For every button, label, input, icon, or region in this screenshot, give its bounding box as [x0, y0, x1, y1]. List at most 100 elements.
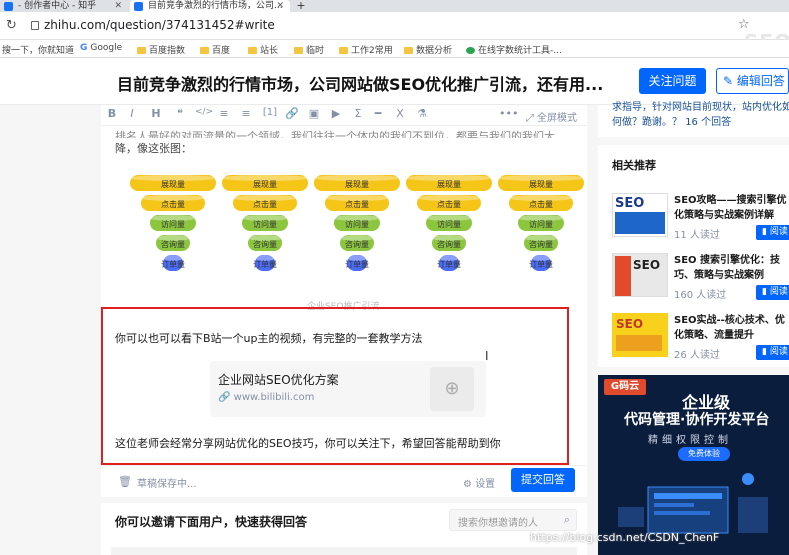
reference-icon[interactable]: [1] [259, 107, 281, 118]
funnel-layer-label: 点击量 [345, 199, 369, 209]
bookmark-item[interactable]: 在线字数统计工具-... [466, 43, 562, 56]
folder-icon [294, 47, 303, 54]
ad-subheadline: 代码管理·协作开发平台 [624, 412, 770, 428]
ordered-list-icon[interactable]: ≡ [217, 107, 231, 120]
related-question-line: 求指导，针对网站目前现状，站内优化如 [612, 102, 789, 113]
link-card[interactable]: 企业网站SEO优化方案 🔗 www.bilibili.com ⊕ [210, 361, 486, 417]
url-field[interactable]: zhihu.com/question/374131452#write [44, 18, 275, 32]
funnel-layer-label: 订单量 [437, 259, 461, 269]
gitee-advertisement[interactable]: G码云 企业级 代码管理·协作开发平台 精细权限控制 免费体验 [598, 375, 789, 555]
heading-icon[interactable]: H [149, 107, 163, 120]
close-icon[interactable]: ✕ [114, 0, 122, 12]
funnel-layer-label: 访问量 [253, 219, 277, 229]
bookmark-item[interactable]: 数据分析 [404, 43, 452, 56]
gitee-logo: G码云 [604, 379, 646, 395]
formula-icon[interactable]: Σ [351, 107, 365, 120]
settings-button[interactable]: ⚙ 设置 [463, 475, 495, 490]
answer-paragraph[interactable]: 这位老师会经常分享网站优化的SEO技巧，你可以关注下，希望回答能帮助到你 [115, 435, 501, 451]
funnel-layer-label: 访问量 [529, 219, 553, 229]
text-cursor-icon: I [485, 349, 489, 363]
preceding-paragraph[interactable]: 排名人最好的对面流量的一个领域，我们往往一个体内的我们不到位，都要与我们的我们大 [115, 128, 575, 138]
lock-icon[interactable] [31, 21, 39, 30]
code-icon[interactable]: </> [195, 107, 213, 117]
funnel-layer-label: 点击量 [253, 199, 277, 209]
folder-icon [466, 47, 475, 54]
fullscreen-button[interactable]: ⤢ 全屏模式 [526, 109, 577, 124]
new-tab-icon[interactable]: + [294, 0, 308, 12]
related-book[interactable]: SEO SEO实战--核心技术、优化策略、流量提升 26 人读过 ▮ 阅读 [612, 313, 789, 369]
link-card-title: 企业网站SEO优化方案 [218, 373, 339, 387]
funnel-layer-label: 咨询量 [437, 239, 461, 249]
pencil-icon: ✎ [723, 74, 737, 88]
funnel-layer-label: 访问量 [161, 219, 185, 229]
search-icon[interactable]: ⌕ [564, 513, 570, 527]
funnel-layer-label: 展现量 [437, 180, 461, 189]
related-book[interactable]: SEO SEO攻略——搜索引擎优化策略与实战案例详解（... 11 人读过 ▮ … [612, 193, 789, 249]
book-cover-image: SEO [612, 313, 668, 357]
more-tools-icon[interactable]: ⚗ [415, 107, 429, 120]
browser-tab-question[interactable]: 目前竞争激烈的行情市场，公司... ✕ [130, 0, 290, 12]
italic-icon[interactable]: I [125, 107, 139, 120]
submit-answer-button[interactable]: 提交回答 [511, 468, 575, 492]
ad-free-trial-button[interactable]: 免费体验 [678, 447, 730, 461]
related-book-meta: 26 人读过 [674, 350, 720, 361]
funnel-layer-label: 访问量 [345, 219, 369, 229]
editor-footer: 🗑 草稿保存中... ⚙ 设置 提交回答 [101, 465, 587, 497]
invite-list-placeholder [111, 547, 577, 555]
bookmark-item[interactable]: 工作2常用 [339, 43, 393, 56]
link-card-url: 🔗 www.bilibili.com [218, 392, 315, 403]
gear-icon: ⚙ [463, 479, 476, 490]
trash-icon[interactable]: 🗑 [118, 475, 132, 488]
related-book-meta: 160 人读过 [674, 290, 727, 301]
funnel-layer-label: 订单量 [253, 259, 277, 269]
funnel-layer-label: 点击量 [437, 199, 461, 209]
zhihu-favicon-icon [4, 2, 13, 11]
ad-tagline: 精细权限控制 [648, 435, 732, 446]
address-bar: ↻ zhihu.com/question/374131452#write ☆ S… [0, 12, 789, 54]
bookmark-item[interactable]: G Google [80, 43, 122, 53]
divider-icon[interactable]: ━ [371, 107, 385, 120]
edit-answer-button[interactable]: ✎ 编辑回答 [716, 68, 789, 94]
draft-status: 草稿保存中... [137, 479, 197, 490]
question-header: 目前竞争激烈的行情市场，公司网站做SEO优化推广引流，还有用... 关注问题 ✎… [0, 58, 789, 105]
read-button[interactable]: ▮ 阅读 [756, 345, 789, 360]
reload-icon[interactable]: ↻ [6, 18, 17, 33]
unordered-list-icon[interactable]: ≡ [239, 107, 253, 120]
expand-icon: ⤢ [525, 113, 537, 124]
bookmark-item[interactable]: 临时 [294, 43, 324, 56]
zhihu-favicon-icon [134, 2, 143, 11]
funnel-illustration[interactable]: 展现量点击量访问量咨询量订单量 展现量点击量访问量咨询量订单量 展现量点击量访问量咨… [125, 173, 585, 293]
bold-icon[interactable]: B [105, 107, 119, 120]
question-title[interactable]: 目前竞争激烈的行情市场，公司网站做SEO优化推广引流，还有用... [117, 71, 603, 95]
bookmarks-bar: 搜一下，你就知道 G Google 百度指数 百度 站长 临时 工作2常用 数据分… [0, 40, 789, 58]
book-icon: ▮ [762, 347, 770, 357]
book-cover-image: SEO [612, 193, 668, 237]
funnel-layer-label: 点击量 [161, 199, 185, 209]
funnel-layer-label: 展现量 [345, 180, 369, 189]
invite-search-input[interactable]: 搜索你想邀请的人 ⌕ [449, 509, 577, 531]
follow-question-button[interactable]: 关注问题 [639, 68, 706, 94]
editor-toolbar: B I H ❝ </> ≡ ≡ [1] 🔗 ▣ ▶ Σ ━ Ⅹ ⚗ ••• ⤢ … [101, 105, 587, 126]
video-icon[interactable]: ▶ [329, 107, 343, 120]
close-icon[interactable]: ✕ [276, 0, 284, 12]
related-book[interactable]: SEO SEO 搜索引擎优化：技巧、策略与实战案例 160 人读过 ▮ 阅读 [612, 253, 789, 309]
bookmark-item[interactable]: 百度指数 [137, 43, 185, 56]
read-button[interactable]: ▮ 阅读 [756, 225, 789, 240]
related-book-meta: 11 人读过 [674, 230, 720, 241]
funnel-layer-label: 咨询量 [253, 239, 277, 249]
image-icon[interactable]: ▣ [307, 107, 321, 120]
quote-icon[interactable]: ❝ [173, 107, 187, 120]
bookmark-item[interactable]: 站长 [248, 43, 278, 56]
bookmark-item[interactable]: 搜一下，你就知道 [2, 43, 74, 56]
sidebar-related-question[interactable]: 求指导，针对网站目前现状，站内优化如 何做？跪谢。？ 16 个回答 [598, 102, 789, 137]
google-icon: G [80, 43, 88, 53]
clear-format-icon[interactable]: Ⅹ [393, 107, 407, 120]
funnel-layer-label: 咨询量 [345, 239, 369, 249]
answer-paragraph[interactable]: 你可以也可以看下B站一个up主的视频，有完整的一套教学方法 [115, 330, 423, 346]
more-icon[interactable]: ••• [499, 107, 518, 120]
link-icon[interactable]: 🔗 [285, 107, 299, 120]
read-button[interactable]: ▮ 阅读 [756, 285, 789, 300]
bookmark-item[interactable]: 百度 [200, 43, 230, 56]
browser-tab-creator[interactable]: - 创作者中心 - 知乎 ✕ [0, 0, 128, 12]
preceding-paragraph[interactable]: 降，像这张图： [115, 140, 192, 156]
